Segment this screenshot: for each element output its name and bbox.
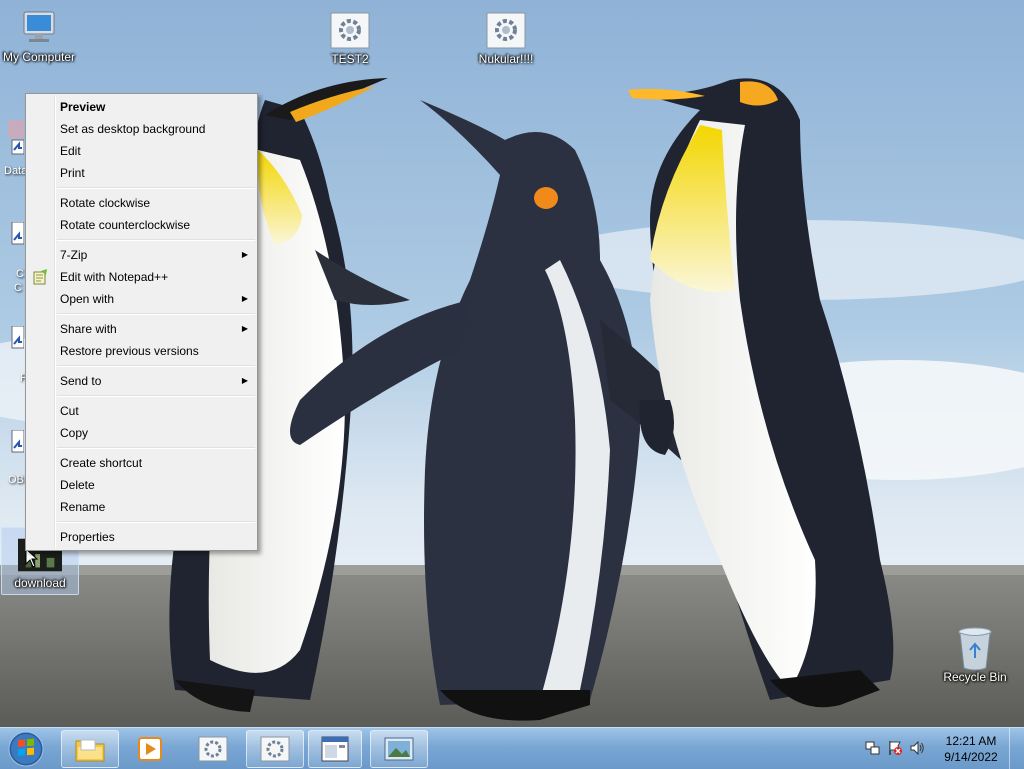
menu-item-properties[interactable]: Properties — [26, 526, 257, 548]
mouse-cursor-icon — [25, 548, 39, 568]
desktop-icon-test2[interactable]: TEST2 — [311, 12, 389, 66]
desktop-icon-recycle-bin[interactable]: Recycle Bin — [936, 627, 1014, 684]
shortcut-icon — [11, 429, 25, 453]
desktop-icon-nukular[interactable]: Nukular!!!! — [467, 12, 545, 66]
menu-item-create-shortcut[interactable]: Create shortcut — [26, 452, 257, 474]
menu-item-label: Edit — [60, 144, 81, 158]
desktop-icon-label: Recycle Bin — [943, 670, 1007, 684]
photo-viewer-icon — [384, 737, 414, 761]
taskbar-button-explorer[interactable] — [61, 730, 119, 768]
menu-item-label: Edit with Notepad++ — [60, 270, 169, 284]
menu-item-edit[interactable]: Edit — [26, 140, 257, 162]
menu-separator — [57, 187, 255, 189]
desktop-icon-data[interactable]: Data — [4, 120, 28, 177]
desktop-icon-my-computer[interactable]: My Computer — [0, 10, 78, 64]
desktop-icon-label: OB — [8, 474, 24, 486]
desktop-icon-label: My Computer — [2, 50, 76, 64]
menu-item-set-desktop-background[interactable]: Set as desktop background — [26, 118, 257, 140]
shortcut-icon — [11, 325, 25, 349]
menu-item-delete[interactable]: Delete — [26, 474, 257, 496]
menu-item-label: Open with — [60, 292, 115, 306]
start-orb-icon — [8, 731, 44, 767]
system-tray: 12:21 AM 9/14/2022 — [859, 728, 1024, 769]
menu-separator — [57, 239, 255, 241]
app-gear-icon — [198, 736, 228, 762]
app-gear-icon — [260, 736, 290, 762]
menu-item-cut[interactable]: Cut — [26, 400, 257, 422]
computer-icon — [17, 10, 61, 48]
recycle-bin-icon — [953, 627, 997, 671]
desktop-icon-label: C — [16, 268, 24, 280]
menu-item-share-with[interactable]: Share with ▶ — [26, 318, 257, 340]
menu-item-open-with[interactable]: Open with ▶ — [26, 288, 257, 310]
app-gear-icon — [328, 12, 372, 50]
start-button[interactable] — [4, 729, 48, 769]
menu-item-label: Properties — [60, 530, 115, 544]
submenu-arrow-icon: ▶ — [241, 376, 248, 385]
menu-separator — [57, 395, 255, 397]
menu-separator — [57, 365, 255, 367]
menu-item-label: Set as desktop background — [60, 122, 206, 136]
taskbar-button-photo-viewer[interactable] — [370, 730, 428, 768]
menu-item-7zip[interactable]: 7-Zip ▶ — [26, 244, 257, 266]
desktop-icon-label: C — [14, 282, 22, 294]
menu-item-label: Rotate clockwise — [60, 196, 151, 210]
menu-item-label: Rotate counterclockwise — [60, 218, 191, 232]
menu-item-preview[interactable]: Preview — [26, 96, 257, 118]
clock[interactable]: 12:21 AM 9/14/2022 — [936, 733, 1006, 765]
menu-item-print[interactable]: Print — [26, 162, 257, 184]
menu-item-rotate-counterclockwise[interactable]: Rotate counterclockwise — [26, 214, 257, 236]
clock-date: 9/14/2022 — [944, 750, 998, 764]
menu-item-label: Create shortcut — [60, 456, 143, 470]
menu-item-label: Delete — [60, 478, 95, 492]
taskbar: 12:21 AM 9/14/2022 — [0, 727, 1024, 769]
menu-item-label: Send to — [60, 374, 102, 388]
menu-item-label: Cut — [60, 404, 79, 418]
menu-separator — [57, 521, 255, 523]
menu-item-send-to[interactable]: Send to ▶ — [26, 370, 257, 392]
volume-icon[interactable] — [909, 740, 925, 756]
app-gear-icon — [484, 12, 528, 50]
menu-item-rotate-clockwise[interactable]: Rotate clockwise — [26, 192, 257, 214]
folder-icon — [75, 739, 105, 762]
menu-item-label: Restore previous versions — [60, 344, 199, 358]
menu-separator — [57, 447, 255, 449]
menu-item-copy[interactable]: Copy — [26, 422, 257, 444]
menu-item-restore-previous-versions[interactable]: Restore previous versions — [26, 340, 257, 362]
submenu-arrow-icon: ▶ — [241, 294, 248, 303]
clock-time: 12:21 AM — [945, 734, 997, 748]
taskbar-button-app-2[interactable] — [246, 730, 304, 768]
taskbar-button-app-1[interactable] — [184, 730, 242, 768]
shortcut-icon — [8, 120, 25, 155]
menu-item-label: Preview — [60, 100, 106, 114]
taskbar-button-window[interactable] — [308, 730, 362, 768]
desktop-icon-label: TEST2 — [331, 52, 369, 66]
menu-item-rename[interactable]: Rename — [26, 496, 257, 518]
submenu-arrow-icon: ▶ — [241, 324, 248, 333]
network-icon[interactable] — [865, 740, 881, 756]
submenu-arrow-icon: ▶ — [241, 250, 248, 259]
notepadpp-icon — [33, 269, 47, 285]
menu-item-label: Rename — [60, 500, 106, 514]
show-desktop-button[interactable] — [1009, 728, 1024, 769]
menu-item-label: Print — [60, 166, 85, 180]
desktop-icon-label: Nukular!!!! — [478, 52, 534, 66]
media-player-icon — [138, 737, 162, 761]
shortcut-icon — [11, 221, 25, 245]
desktop-icon-label: download — [14, 576, 66, 590]
menu-item-label: Copy — [60, 426, 89, 440]
action-center-flag-icon[interactable] — [887, 740, 903, 756]
menu-item-edit-with-notepadpp[interactable]: Edit with Notepad++ — [26, 266, 257, 288]
context-menu: Preview Set as desktop background Edit P… — [25, 93, 258, 551]
taskbar-button-media-player[interactable] — [123, 730, 177, 768]
desktop-icon-label: Data — [4, 165, 28, 177]
window-icon — [321, 736, 349, 762]
menu-separator — [57, 313, 255, 315]
menu-item-label: 7-Zip — [60, 248, 88, 262]
menu-item-label: Share with — [60, 322, 117, 336]
